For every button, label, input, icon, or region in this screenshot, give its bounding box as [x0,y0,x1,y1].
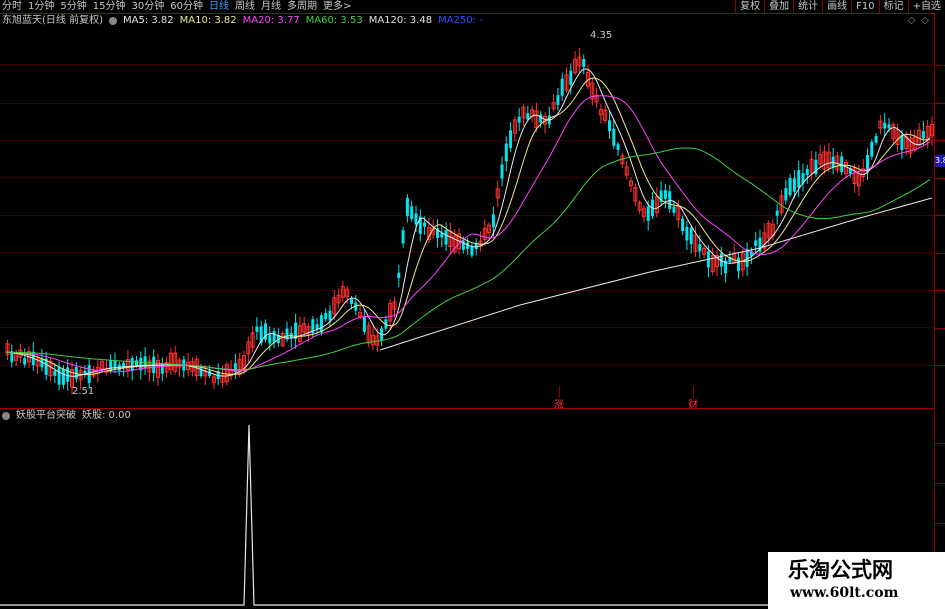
watermark-url: www.60lt.com [790,585,899,601]
candle-down [569,70,573,85]
candle-down [805,168,809,175]
candle-down [797,170,801,188]
candle-down [61,369,65,385]
watermark-title: 乐淘公式网 [788,557,893,582]
sub-indicator-value: 妖股: 0.00 [82,410,131,421]
candle-down [401,230,405,244]
candle-down [491,214,495,228]
candle-down [685,226,689,241]
candle-down [272,330,276,343]
kline-chart [0,48,935,606]
candle-down [539,114,543,123]
candle-down [784,188,788,201]
candle-down [504,143,508,162]
watermark-logo: 乐淘公式网 www.60lt.com [768,552,945,609]
high-price-label: 4.35 [590,30,613,41]
candle-down [135,360,138,366]
candle-down [698,244,702,252]
candle-down [681,218,685,232]
candle-down [423,222,427,227]
candle-down [268,334,272,344]
candle-down [560,78,564,96]
candle-down [397,272,401,279]
candle-down [831,156,835,168]
candle-down [470,246,474,256]
candle-down [887,124,891,129]
candle-down [66,367,70,382]
candle-down [921,131,925,139]
sub-indicator-title[interactable]: 妖股平台突破 [16,410,76,422]
candle-down [362,316,366,332]
candle-down [315,324,319,330]
candle-down [23,358,27,365]
candle-down [410,206,414,219]
candle-down [870,141,874,157]
candle-down [324,312,328,320]
candle-down [509,130,513,149]
sub-indicator-header: 妖股平台突破 妖股: 0.00 [2,410,131,422]
candle-down [130,358,134,372]
candle-down [414,213,418,225]
candle-down [874,135,878,143]
candle-down [737,257,740,272]
candle-down [668,191,672,209]
candle-down [109,360,113,372]
ma10-line [5,77,931,376]
candle-down [663,190,667,199]
candle-down [775,210,779,216]
candle-down [405,197,409,216]
ma5-line [5,68,931,377]
candle-down [582,58,586,68]
candle-down [319,315,323,333]
candle-down [53,370,57,376]
candle-down [350,298,353,304]
candle-down [900,135,904,151]
candle-down [612,128,616,146]
candle-down [57,367,61,385]
candle-down [608,120,611,132]
low-price-label: 2.51 [72,386,95,397]
candle-down [255,326,259,332]
ma120-line [379,197,933,351]
candle-down [883,122,887,129]
candle-down [646,206,650,221]
candle-down [672,206,676,213]
candle-down [328,310,332,321]
candle-down [754,240,758,246]
candle-down [689,227,693,245]
candle-down [792,178,796,192]
candle-down [517,116,521,123]
candle-down [526,113,530,120]
candle-down [444,230,448,245]
candle-down [113,360,117,370]
candle-down [500,164,504,179]
settings-dot-icon[interactable] [2,412,10,420]
candle-down [556,95,560,105]
candle-down [616,144,620,151]
candle-down [788,177,792,196]
ma20-line [5,95,931,373]
panel-divider[interactable] [0,408,935,409]
